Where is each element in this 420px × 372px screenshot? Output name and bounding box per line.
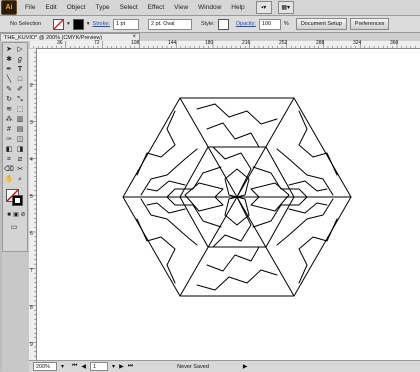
page-number-field[interactable]: 1 [90,362,109,371]
selection-status: No Selection [10,21,42,27]
gradient-tool-icon[interactable]: ▤ [15,125,25,134]
hand-tool-icon[interactable]: ✋ [4,175,14,184]
line-tool-icon[interactable]: ╲ [4,75,14,84]
ruler-label: 3 [30,120,33,126]
menu-window[interactable]: Window [193,4,226,11]
crop-area-tool-icon[interactable]: ⌗ [4,155,14,164]
horizontal-ruler: 36 72 108 144 180 216 252 288 324 360 [29,40,420,49]
screen-mode-icon[interactable]: ▭ [9,223,19,232]
ruler-label: 288 [316,40,325,46]
control-bar: No Selection ▾ ▾ Stroke: 1 pt 2 pt. Oval… [0,16,420,33]
stroke-dropdown-icon[interactable]: ▾ [87,21,90,27]
lasso-tool-icon[interactable]: ℊ [15,55,25,64]
tools-panel: ➤ ▷ ✱ ℊ ✒ T ╲ □ ✎ ✐ ↻ ⤡ ≋ ⬚ ⁂ ▥ # ▤ ✑ ◫ … [2,42,28,252]
none-mode-icon[interactable]: ⊘ [18,211,28,220]
opacity-label[interactable]: Opacity: [236,21,256,27]
ruler-label: 72 [94,40,100,46]
document-setup-button[interactable]: Document Setup [295,18,347,30]
slice-tool-icon[interactable]: ⧄ [15,155,25,164]
artboard[interactable] [37,49,420,360]
ruler-label: 7 [30,268,33,274]
first-page-icon[interactable]: ⏮ [72,363,77,370]
fill-swatch[interactable] [53,18,64,30]
blend-tool-icon[interactable]: ◫ [15,135,25,144]
arrange-documents-button[interactable]: ▦▾ [277,1,294,14]
free-transform-tool-icon[interactable]: ⬚ [15,105,25,114]
pencil-tool-icon[interactable]: ✐ [15,85,25,94]
status-bar: 200% ▾ ⏮ ◀ 1 ▾ ▶ ⏭ Never Saved ▶ [29,360,420,372]
ruler-label: 2 [30,83,33,89]
ruler-label: 4 [30,157,33,163]
scissors-tool-icon[interactable]: ✂ [15,165,25,174]
graphic-style-swatch[interactable] [217,18,229,30]
ruler-label: 8 [30,305,33,311]
scale-tool-icon[interactable]: ⤡ [15,95,25,104]
ruler-label: 324 [353,40,362,46]
zoom-level-field[interactable]: 200% [33,362,57,371]
selection-tool-icon[interactable]: ➤ [4,45,14,54]
fill-dropdown-icon[interactable]: ▾ [67,21,70,27]
opacity-field[interactable]: 100 [258,18,281,30]
document-tab-title: THE_KUVIO* @ 200% (CMYK/Preview) [4,34,103,41]
menu-type[interactable]: Type [90,4,114,11]
pen-tool-icon[interactable]: ✒ [4,65,14,74]
illustrator-logo: Ai [1,0,17,15]
ruler-label: 216 [242,40,251,46]
menu-select[interactable]: Select [115,4,143,11]
ruler-label: 108 [131,40,140,46]
menu-view[interactable]: View [169,4,193,11]
document-tab[interactable]: THE_KUVIO* @ 200% (CMYK/Preview) × [0,33,140,41]
paintbrush-tool-icon[interactable]: ✎ [4,85,14,94]
live-paint-selection-tool-icon[interactable]: ◨ [15,145,25,154]
menu-object[interactable]: Object [62,4,91,11]
ruler-label: 9 [30,342,33,348]
zoom-dropdown-icon[interactable]: ▾ [61,363,64,370]
page-dropdown-icon[interactable]: ▾ [112,363,115,370]
brush-definition-field[interactable]: 2 pt. Oval [147,18,192,30]
menu-help[interactable]: Help [226,4,249,11]
style-label: Style: [200,21,215,27]
ruler-label: 144 [168,40,177,46]
ruler-label: 36 [57,40,63,46]
last-page-icon[interactable]: ⏭ [128,363,133,370]
hexagon-pattern-artwork[interactable] [37,49,420,360]
menu-edit[interactable]: Edit [40,4,61,11]
eyedropper-tool-icon[interactable]: ✑ [4,135,14,144]
magic-wand-tool-icon[interactable]: ✱ [4,55,14,64]
rectangle-tool-icon[interactable]: □ [15,75,25,84]
ruler-label: 180 [205,40,214,46]
vertical-ruler-ticks [29,48,36,357]
ruler-label: 6 [30,231,33,237]
stroke-swatch[interactable] [72,18,84,30]
previous-page-icon[interactable]: ◀ [81,363,86,370]
eraser-tool-icon[interactable]: ⌫ [4,165,14,174]
stroke-weight-field[interactable]: 1 pt [112,18,139,30]
stroke-label[interactable]: Stroke: [93,21,110,27]
bridge-button[interactable]: ▪▾ [255,1,272,14]
opacity-percent: % [283,21,289,27]
preferences-button[interactable]: Preferences [349,18,390,30]
warp-tool-icon[interactable]: ≋ [4,105,14,114]
save-status: Never Saved [177,363,209,370]
live-paint-tool-icon[interactable]: ◧ [4,145,14,154]
type-tool-icon[interactable]: T [15,65,25,74]
direct-selection-tool-icon[interactable]: ▷ [15,45,25,54]
ruler-label: 5 [30,194,33,200]
ruler-label: 360 [390,40,399,46]
vertical-ruler: 2 3 4 5 6 7 8 9 [29,48,37,360]
mesh-tool-icon[interactable]: # [4,125,14,134]
zoom-tool-icon[interactable]: ⌕ [15,175,25,184]
status-menu-arrow-icon[interactable]: ▶ [243,363,248,370]
symbol-sprayer-tool-icon[interactable]: ⁂ [4,115,14,124]
ruler-label: 252 [279,40,288,46]
horizontal-ruler-ticks [29,41,416,48]
menu-bar: Ai File Edit Object Type Select Effect V… [0,0,420,16]
rotate-tool-icon[interactable]: ↻ [4,95,14,104]
menu-effect[interactable]: Effect [143,4,170,11]
menu-file[interactable]: File [20,4,40,11]
stroke-color-box[interactable] [12,195,23,206]
next-page-icon[interactable]: ▶ [119,363,124,370]
graph-tool-icon[interactable]: ▥ [15,115,25,124]
